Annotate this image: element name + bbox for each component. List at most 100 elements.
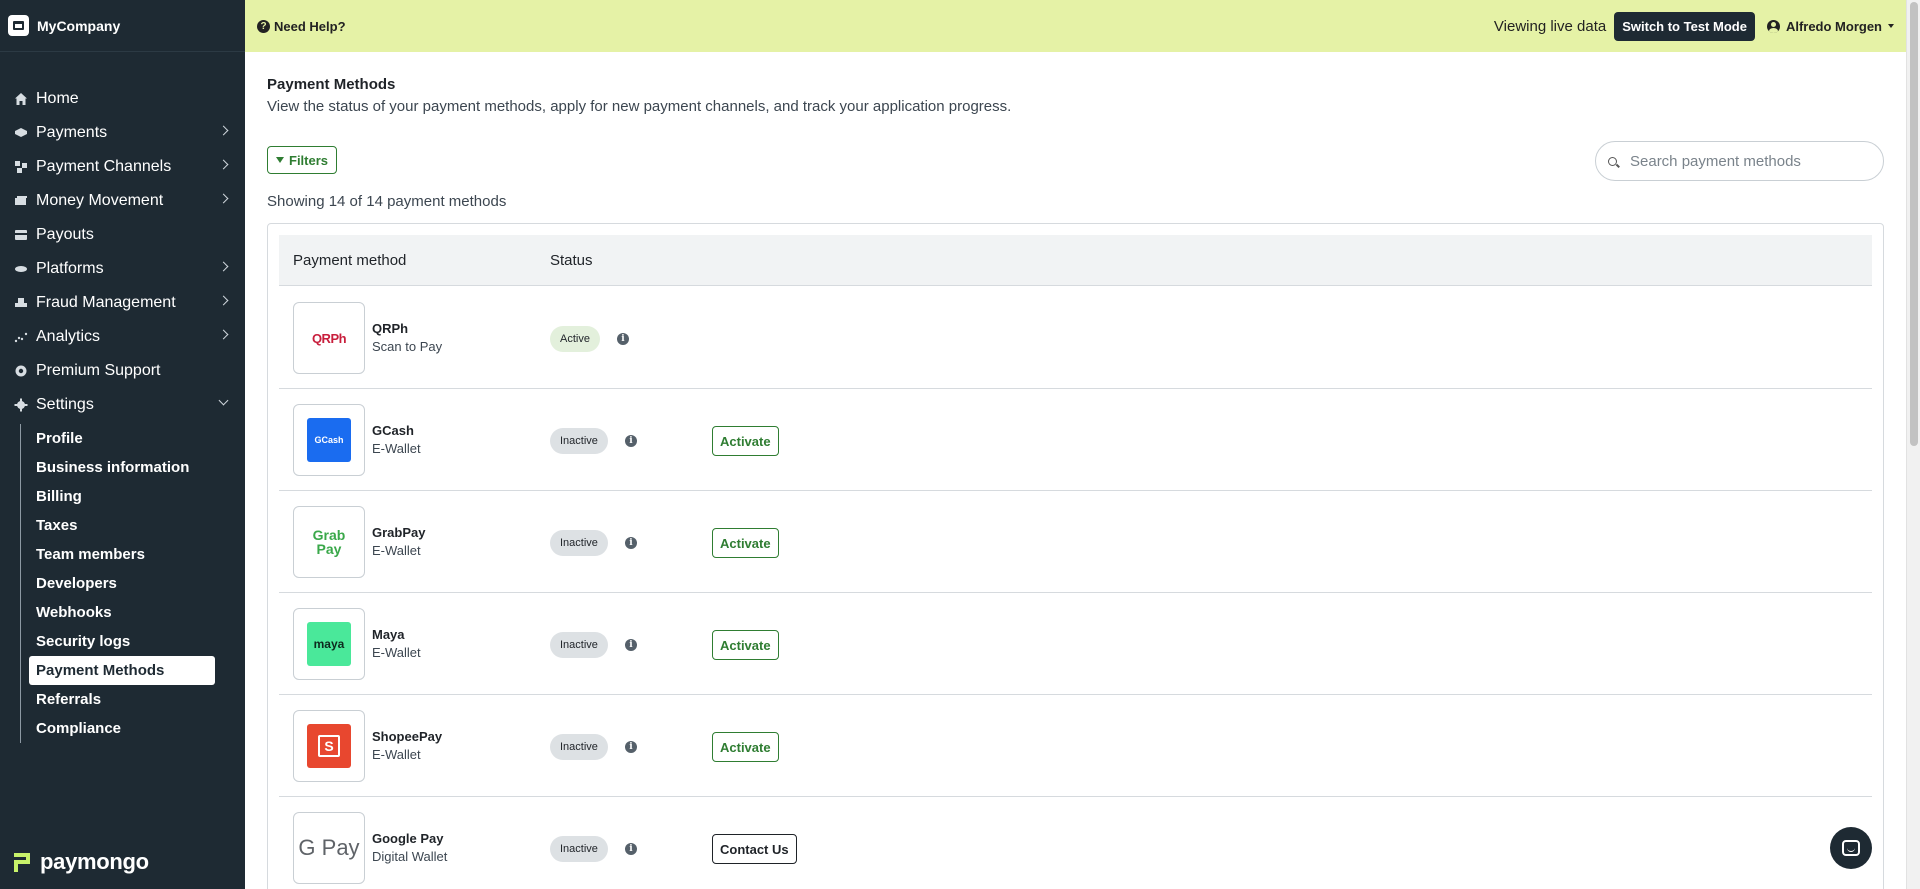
sidebar-item-label: Home bbox=[36, 90, 79, 107]
contact-us-button[interactable]: Contact Us bbox=[712, 834, 797, 864]
settings-item-profile[interactable]: Profile bbox=[29, 424, 215, 453]
paymongo-logo: paymongo bbox=[12, 849, 149, 875]
maya-logo-text: maya bbox=[313, 637, 345, 651]
sidebar-item-payouts[interactable]: Payouts bbox=[0, 218, 245, 252]
chat-icon bbox=[1842, 840, 1860, 856]
user-avatar-icon bbox=[1766, 19, 1780, 33]
table-row: G Pay Google Pay Digital Wallet Inactive… bbox=[279, 797, 1872, 889]
info-icon[interactable]: i bbox=[625, 537, 637, 549]
info-icon[interactable]: i bbox=[617, 333, 629, 345]
sidebar-item-premium-support[interactable]: Premium Support bbox=[0, 354, 245, 388]
status-badge: Active bbox=[550, 326, 600, 352]
payment-channels-icon bbox=[14, 160, 28, 174]
filter-icon bbox=[276, 157, 284, 163]
payment-method-name: QRPh bbox=[372, 321, 409, 336]
sidebar-item-label: Payouts bbox=[36, 226, 94, 243]
sidebar-item-home[interactable]: Home bbox=[0, 82, 245, 116]
chevron-right-icon bbox=[218, 329, 229, 340]
settings-item-business-information[interactable]: Business information bbox=[29, 453, 215, 482]
chat-support-button[interactable] bbox=[1830, 827, 1872, 869]
main-content: Payment Methods View the status of your … bbox=[245, 52, 1906, 889]
table-row: GCash GCash E-Wallet Inactive i Activate bbox=[279, 389, 1872, 491]
info-icon[interactable]: i bbox=[625, 435, 637, 447]
scrollbar-thumb[interactable] bbox=[1910, 2, 1918, 446]
paymongo-logo-text: paymongo bbox=[40, 849, 149, 874]
sidebar-item-label: Money Movement bbox=[36, 192, 164, 209]
qrph-logo: QRPh bbox=[293, 302, 365, 374]
payment-method-type: Scan to Pay bbox=[372, 339, 443, 354]
filters-button[interactable]: Filters bbox=[267, 146, 338, 174]
sidebar: MyCompany Home Payments Payment Channels… bbox=[0, 0, 245, 889]
payment-method-type: E-Wallet bbox=[372, 441, 421, 456]
chevron-right-icon bbox=[218, 261, 229, 272]
sidebar-item-fraud-management[interactable]: Fraud Management bbox=[0, 286, 245, 320]
paymongo-logo-icon bbox=[12, 851, 34, 873]
sidebar-item-platforms[interactable]: Platforms bbox=[0, 252, 245, 286]
settings-item-compliance[interactable]: Compliance bbox=[29, 714, 215, 743]
activate-button[interactable]: Activate bbox=[712, 732, 779, 762]
user-name: Alfredo Morgen bbox=[1785, 18, 1882, 34]
chevron-right-icon bbox=[218, 125, 229, 136]
qrph-logo-text: QRPh bbox=[311, 330, 347, 346]
sidebar-item-analytics[interactable]: Analytics bbox=[0, 320, 245, 354]
question-icon: ? bbox=[257, 19, 270, 33]
sidebar-item-settings[interactable]: Settings bbox=[0, 388, 245, 422]
gcash-logo: GCash bbox=[293, 404, 365, 476]
need-help-link[interactable]: ? Need Help? bbox=[257, 19, 346, 34]
search-box[interactable] bbox=[1595, 141, 1884, 181]
need-help-label: Need Help? bbox=[274, 18, 346, 34]
settings-item-team-members[interactable]: Team members bbox=[29, 540, 215, 569]
chevron-down-icon bbox=[218, 395, 229, 406]
company-icon bbox=[8, 15, 29, 36]
google-pay-logo: G Pay bbox=[293, 812, 365, 884]
sidebar-item-label: Fraud Management bbox=[36, 294, 176, 311]
info-icon[interactable]: i bbox=[625, 639, 637, 651]
sidebar-item-payments[interactable]: Payments bbox=[0, 116, 245, 150]
support-icon bbox=[14, 364, 28, 378]
payment-method-name: Maya bbox=[372, 627, 405, 642]
settings-item-developers[interactable]: Developers bbox=[29, 569, 215, 598]
sidebar-item-money-movement[interactable]: Money Movement bbox=[0, 184, 245, 218]
sidebar-item-label: Analytics bbox=[36, 328, 101, 345]
page-subtitle: View the status of your payment methods,… bbox=[267, 98, 1012, 115]
sidebar-item-payment-channels[interactable]: Payment Channels bbox=[0, 150, 245, 184]
company-name: MyCompany bbox=[37, 17, 121, 34]
results-count: Showing 14 of 14 payment methods bbox=[267, 193, 507, 210]
settings-item-referrals[interactable]: Referrals bbox=[29, 685, 215, 714]
sidebar-item-label: Platforms bbox=[36, 260, 104, 277]
search-icon bbox=[1608, 156, 1617, 166]
settings-item-webhooks[interactable]: Webhooks bbox=[29, 598, 215, 627]
activate-button[interactable]: Activate bbox=[712, 630, 779, 660]
table-row: Grab Pay GrabPay E-Wallet Inactive i Act… bbox=[279, 491, 1872, 593]
status-badge: Inactive bbox=[550, 530, 608, 556]
column-header-status: Status bbox=[550, 252, 593, 269]
settings-item-billing[interactable]: Billing bbox=[29, 482, 215, 511]
top-bar: ? Need Help? Viewing live data Switch to… bbox=[245, 0, 1906, 52]
activate-button[interactable]: Activate bbox=[712, 528, 779, 558]
page-scrollbar[interactable] bbox=[1906, 0, 1920, 889]
sidebar-nav: Home Payments Payment Channels Money Mov… bbox=[0, 82, 245, 743]
info-icon[interactable]: i bbox=[625, 741, 637, 753]
payment-method-name: GrabPay bbox=[372, 525, 426, 540]
money-movement-icon bbox=[14, 194, 28, 208]
chevron-right-icon bbox=[218, 295, 229, 306]
settings-item-security-logs[interactable]: Security logs bbox=[29, 627, 215, 656]
settings-item-payment-methods[interactable]: Payment Methods bbox=[29, 656, 215, 685]
sidebar-item-label: Payment Channels bbox=[36, 158, 172, 175]
company-switcher[interactable]: MyCompany bbox=[0, 0, 245, 52]
payments-icon bbox=[14, 126, 28, 140]
payment-methods-table: Payment method Status QRPh QRPh Scan to … bbox=[267, 223, 1884, 889]
shopeepay-logo: S bbox=[293, 710, 365, 782]
payment-method-type: E-Wallet bbox=[372, 543, 421, 558]
user-menu[interactable]: Alfredo Morgen bbox=[1766, 18, 1894, 34]
status-badge: Inactive bbox=[550, 428, 608, 454]
activate-button[interactable]: Activate bbox=[712, 426, 779, 456]
live-data-label: Viewing live data bbox=[1493, 17, 1607, 35]
switch-test-mode-button[interactable]: Switch to Test Mode bbox=[1614, 11, 1755, 41]
table-row: QRPh QRPh Scan to Pay Active i bbox=[279, 287, 1872, 389]
info-icon[interactable]: i bbox=[625, 843, 637, 855]
settings-submenu: Profile Business information Billing Tax… bbox=[20, 424, 245, 743]
search-input[interactable] bbox=[1630, 152, 1870, 170]
settings-item-taxes[interactable]: Taxes bbox=[29, 511, 215, 540]
top-bar-right: Viewing live data Switch to Test Mode Al… bbox=[1493, 11, 1906, 41]
